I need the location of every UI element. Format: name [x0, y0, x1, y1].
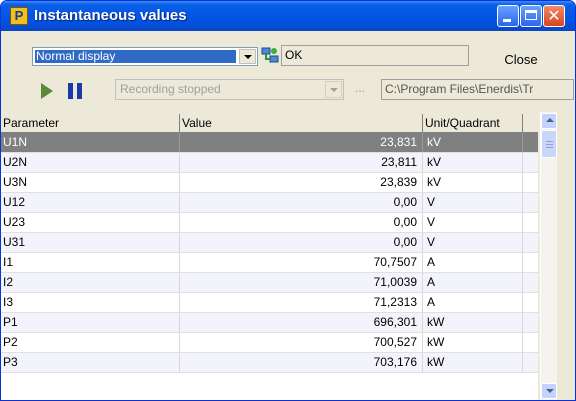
table-row[interactable]: I1 70,7507 A: [1, 253, 538, 273]
cell-value: 70,7507: [180, 253, 423, 272]
maximize-button[interactable]: [520, 5, 542, 27]
app-icon: P: [10, 7, 28, 25]
minimize-button[interactable]: [497, 5, 519, 27]
column-header-parameter[interactable]: Parameter: [1, 114, 180, 132]
cell-value: 23,839: [180, 173, 423, 192]
values-table: Parameter Value Unit/Quadrant U1N 23,831 k…: [1, 114, 538, 400]
title-bar[interactable]: P Instantaneous values ✕: [1, 1, 575, 31]
cell-value: 71,2313: [180, 293, 423, 312]
cell-parameter: U31: [1, 233, 180, 252]
column-header-value[interactable]: Value: [180, 114, 423, 132]
cell-parameter: U1N: [1, 133, 180, 152]
browse-button: ...: [354, 81, 365, 95]
network-connection-icon[interactable]: [261, 47, 279, 65]
cell-value: 700,527: [180, 333, 423, 352]
cell-value: 71,0039: [180, 273, 423, 292]
chevron-down-icon: [244, 55, 252, 59]
table-header: Parameter Value Unit/Quadrant: [1, 114, 538, 133]
cell-parameter: P2: [1, 333, 180, 352]
cell-parameter: P1: [1, 313, 180, 332]
play-icon[interactable]: [41, 83, 53, 99]
table-row[interactable]: U31 0,00 V: [1, 233, 538, 253]
scroll-up-button[interactable]: [541, 113, 557, 129]
table-row[interactable]: U23 0,00 V: [1, 213, 538, 233]
cell-value: 0,00: [180, 233, 423, 252]
table-row[interactable]: I3 71,2313 A: [1, 293, 538, 313]
dropdown-arrow-button[interactable]: [239, 49, 256, 64]
cell-parameter: I3: [1, 293, 180, 312]
chevron-up-icon: [546, 118, 554, 122]
cell-parameter: P3: [1, 353, 180, 372]
cell-parameter: I2: [1, 273, 180, 292]
table-row[interactable]: P2 700,527 kW: [1, 333, 538, 353]
cell-value: 0,00: [180, 213, 423, 232]
cell-unit: kW: [423, 333, 523, 352]
table-row[interactable]: I2 71,0039 A: [1, 273, 538, 293]
cell-value: 703,176: [180, 353, 423, 372]
cell-value: 0,00: [180, 193, 423, 212]
table-row[interactable]: P1 696,301 kW: [1, 313, 538, 333]
cell-parameter: U3N: [1, 173, 180, 192]
recording-status-value: Recording stopped: [120, 82, 221, 96]
recording-path-field: C:\Program Files\Enerdis\Tr: [381, 79, 574, 100]
cell-unit: V: [423, 233, 523, 252]
scroll-down-button[interactable]: [541, 383, 557, 399]
connection-status: OK: [281, 45, 469, 66]
cell-value: 23,811: [180, 153, 423, 172]
cell-unit: kW: [423, 313, 523, 332]
table-row[interactable]: U3N 23,839 kV: [1, 173, 538, 193]
display-mode-select[interactable]: Normal display: [32, 47, 258, 66]
cell-unit: kW: [423, 353, 523, 372]
table-row[interactable]: U12 0,00 V: [1, 193, 538, 213]
instantaneous-values-window: P Instantaneous values ✕ Normal display …: [0, 0, 576, 401]
column-header-unit[interactable]: Unit/Quadrant: [423, 114, 523, 132]
cell-unit: V: [423, 193, 523, 212]
cell-parameter: I1: [1, 253, 180, 272]
pause-icon[interactable]: [68, 83, 82, 99]
cell-parameter: U12: [1, 193, 180, 212]
close-button[interactable]: Close: [469, 45, 573, 75]
table-row[interactable]: U1N 23,831 kV: [1, 133, 538, 153]
cell-unit: kV: [423, 153, 523, 172]
cell-value: 23,831: [180, 133, 423, 152]
maximize-icon: [525, 10, 537, 20]
display-mode-value: Normal display: [35, 50, 236, 63]
vertical-scrollbar[interactable]: [540, 112, 557, 400]
minimize-icon: [503, 19, 511, 22]
cell-unit: kV: [423, 133, 523, 152]
cell-parameter: U23: [1, 213, 180, 232]
window-title: Instantaneous values: [34, 7, 187, 24]
chevron-down-icon: [330, 88, 338, 92]
cell-unit: A: [423, 253, 523, 272]
table-row[interactable]: P3 703,176 kW: [1, 353, 538, 373]
recording-status-select: Recording stopped: [115, 79, 344, 100]
cell-unit: A: [423, 273, 523, 292]
window-close-button[interactable]: ✕: [543, 5, 565, 27]
scrollbar-thumb[interactable]: [541, 130, 557, 158]
cell-parameter: U2N: [1, 153, 180, 172]
chevron-down-icon: [546, 389, 554, 393]
cell-value: 696,301: [180, 313, 423, 332]
cell-unit: V: [423, 213, 523, 232]
close-icon: ✕: [547, 6, 561, 25]
recording-dropdown-arrow: [325, 81, 342, 98]
table-row[interactable]: U2N 23,811 kV: [1, 153, 538, 173]
cell-unit: A: [423, 293, 523, 312]
cell-unit: kV: [423, 173, 523, 192]
